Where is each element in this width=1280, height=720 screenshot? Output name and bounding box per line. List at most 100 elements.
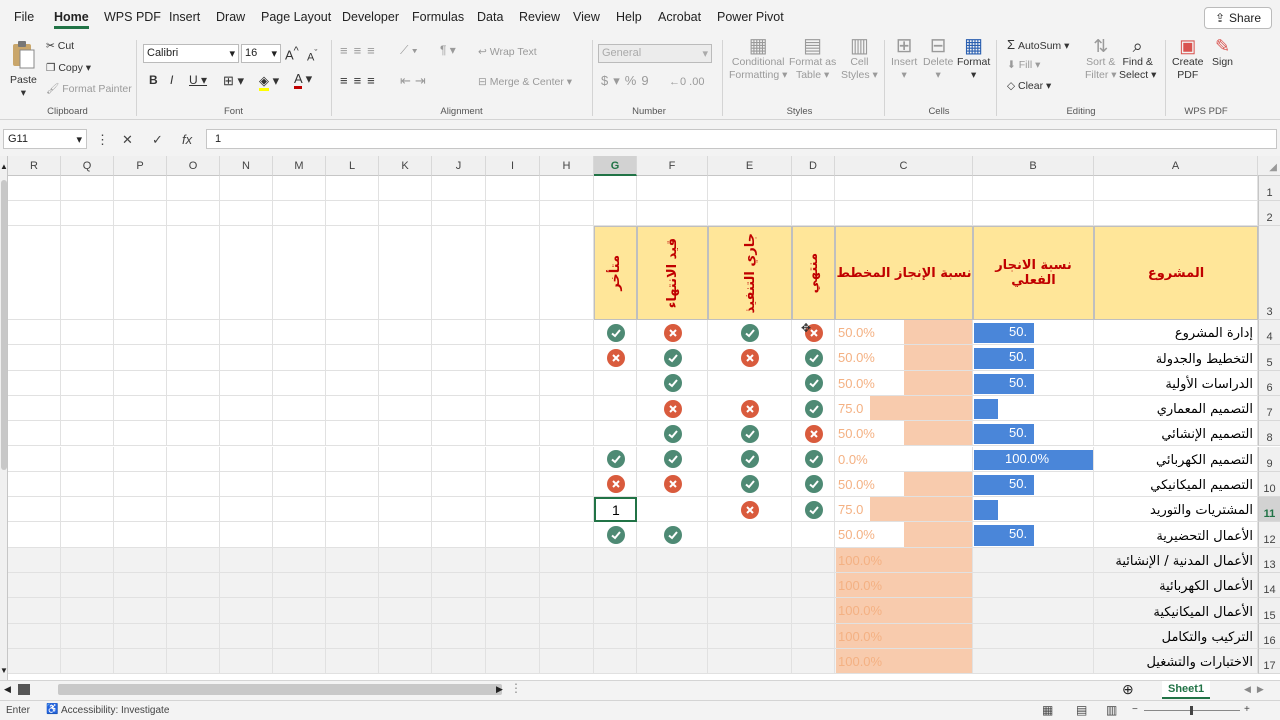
- actual-progress-cell[interactable]: [973, 573, 1094, 599]
- column-header-k[interactable]: K: [379, 156, 432, 176]
- planned-progress-cell[interactable]: 75.0: [835, 497, 973, 523]
- actual-progress-cell[interactable]: [973, 395, 1094, 422]
- cell[interactable]: [220, 345, 273, 371]
- planned-progress-cell[interactable]: 100.0%: [835, 547, 973, 573]
- number-format-buttons[interactable]: $▾%9: [601, 74, 654, 87]
- actual-progress-cell[interactable]: [973, 648, 1094, 675]
- more-options-icon[interactable]: ⋮: [96, 132, 109, 148]
- status-done-cell[interactable]: [792, 623, 835, 649]
- planned-progress-cell[interactable]: 50.0%: [835, 471, 973, 498]
- find-select-button[interactable]: ⌕ Find & Select ▾: [1119, 37, 1156, 82]
- cell[interactable]: [792, 176, 835, 201]
- actual-progress-cell[interactable]: [973, 497, 1094, 523]
- fill-button[interactable]: ⬇ Fill ▾: [1007, 59, 1040, 72]
- cell[interactable]: [8, 370, 61, 396]
- status-late-cell[interactable]: [594, 598, 637, 624]
- underline-button[interactable]: U ▾: [189, 74, 207, 87]
- status-late-cell[interactable]: [594, 623, 637, 649]
- cell[interactable]: [220, 471, 273, 498]
- cell[interactable]: [61, 320, 114, 346]
- cell[interactable]: [167, 623, 220, 649]
- planned-progress-cell[interactable]: 50.0%: [835, 345, 973, 371]
- cell[interactable]: [167, 471, 220, 498]
- actual-progress-cell[interactable]: 50.: [973, 421, 1094, 447]
- menu-formulas[interactable]: Formulas: [412, 10, 464, 24]
- share-button[interactable]: ⇪ Share: [1204, 7, 1272, 29]
- menu-data[interactable]: Data: [477, 10, 503, 24]
- cut-button[interactable]: ✂ Cut: [46, 40, 74, 53]
- cell[interactable]: [8, 201, 61, 226]
- cell[interactable]: [594, 176, 637, 201]
- menu-draw[interactable]: Draw: [216, 10, 245, 24]
- cell[interactable]: [61, 201, 114, 226]
- row-header-16[interactable]: 16: [1258, 623, 1280, 649]
- cell[interactable]: [486, 598, 540, 624]
- cell[interactable]: [61, 598, 114, 624]
- actual-progress-cell[interactable]: 100.0%: [973, 446, 1094, 472]
- actual-progress-cell[interactable]: 50.: [973, 320, 1094, 346]
- planned-progress-cell[interactable]: 75.0: [835, 395, 973, 422]
- row-header-8[interactable]: 8: [1258, 421, 1280, 447]
- row-header-4[interactable]: 4: [1258, 320, 1280, 346]
- status-finishing-cell[interactable]: [637, 623, 708, 649]
- cell[interactable]: [220, 573, 273, 599]
- cell[interactable]: [167, 226, 220, 320]
- cell[interactable]: [432, 522, 486, 548]
- cell[interactable]: [220, 623, 273, 649]
- cell[interactable]: [167, 421, 220, 447]
- actual-progress-cell[interactable]: [973, 623, 1094, 649]
- planned-progress-cell[interactable]: 50.0%: [835, 421, 973, 447]
- cell[interactable]: [8, 547, 61, 573]
- cell[interactable]: [432, 345, 486, 371]
- cell[interactable]: [432, 395, 486, 422]
- split-handle-icon[interactable]: ⋮: [510, 681, 522, 695]
- font-name-box[interactable]: Calibri ▾: [143, 44, 239, 63]
- column-header-a[interactable]: A: [1094, 156, 1258, 176]
- cell[interactable]: [8, 471, 61, 498]
- cell[interactable]: [326, 176, 379, 201]
- cell[interactable]: [379, 201, 432, 226]
- cell[interactable]: [273, 648, 326, 675]
- row-header-6[interactable]: 6: [1258, 370, 1280, 396]
- cell[interactable]: [61, 573, 114, 599]
- actual-progress-cell[interactable]: 50.: [973, 522, 1094, 548]
- menu-acrobat[interactable]: Acrobat: [658, 10, 701, 24]
- cell[interactable]: [432, 471, 486, 498]
- column-header-e[interactable]: E: [708, 156, 792, 176]
- cell[interactable]: [220, 522, 273, 548]
- cell[interactable]: [540, 226, 594, 320]
- row-header-5[interactable]: 5: [1258, 345, 1280, 371]
- cell[interactable]: [594, 201, 637, 226]
- planned-progress-cell[interactable]: 100.0%: [835, 623, 973, 649]
- cell[interactable]: [167, 176, 220, 201]
- project-name-cell[interactable]: الأعمال الكهربائية: [1094, 573, 1258, 599]
- project-name-cell[interactable]: التخطيط والجدولة: [1094, 345, 1258, 371]
- cell[interactable]: [114, 421, 167, 447]
- merge-center-button[interactable]: ⊟ Merge & Center ▾: [478, 76, 572, 89]
- cell[interactable]: [61, 471, 114, 498]
- grow-font-button[interactable]: A^: [285, 45, 299, 61]
- cell[interactable]: [540, 421, 594, 447]
- actual-progress-cell[interactable]: [973, 598, 1094, 624]
- cell[interactable]: [273, 471, 326, 498]
- cell[interactable]: [486, 226, 540, 320]
- cell[interactable]: [432, 598, 486, 624]
- cell[interactable]: [167, 598, 220, 624]
- column-header-d[interactable]: D: [792, 156, 835, 176]
- cell[interactable]: [8, 648, 61, 675]
- number-format-box[interactable]: General ▾: [598, 44, 712, 63]
- cell[interactable]: [326, 421, 379, 447]
- cell[interactable]: [432, 176, 486, 201]
- cell[interactable]: [486, 522, 540, 548]
- fill-color-button[interactable]: ◈ ▾: [259, 73, 279, 91]
- cell[interactable]: [326, 446, 379, 472]
- actual-progress-cell[interactable]: 50.: [973, 471, 1094, 498]
- cell[interactable]: [61, 176, 114, 201]
- insert-function-icon[interactable]: fx: [182, 132, 192, 147]
- scroll-up-arrow-icon[interactable]: ▲: [0, 162, 8, 171]
- rtl-button[interactable]: ¶ ▾: [440, 44, 456, 57]
- actual-progress-cell[interactable]: 50.: [973, 370, 1094, 396]
- cell[interactable]: [432, 648, 486, 675]
- status-done-cell[interactable]: [792, 573, 835, 599]
- cell[interactable]: [273, 497, 326, 523]
